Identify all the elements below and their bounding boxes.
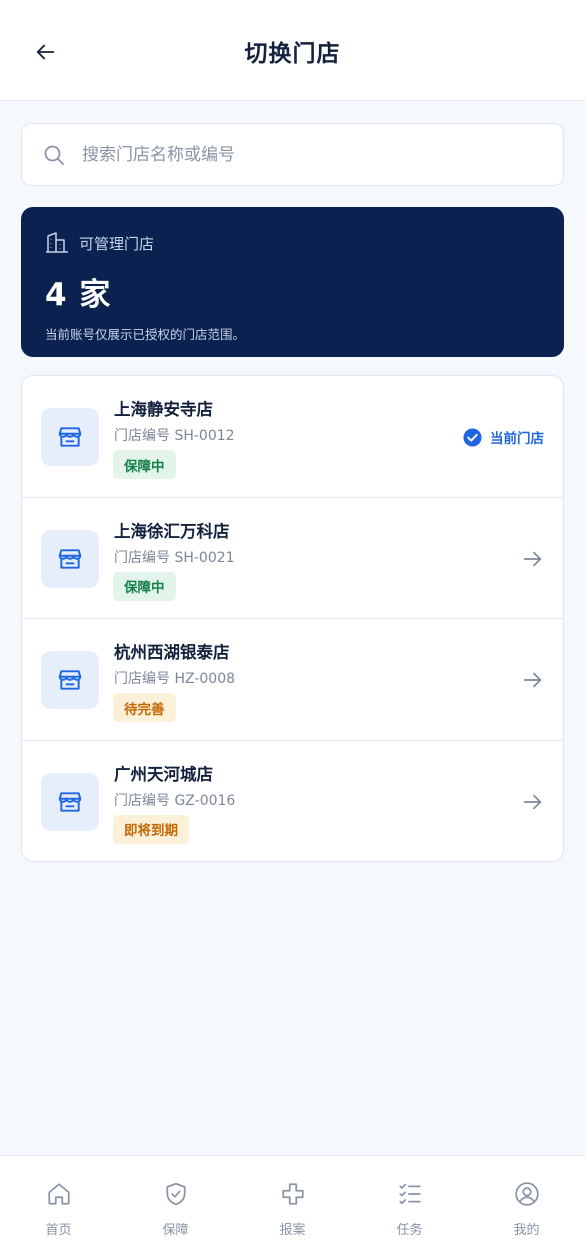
store-code: 门店编号 SH-0012 <box>114 428 235 444</box>
building-icon <box>45 231 69 255</box>
check-circle-icon <box>463 427 482 447</box>
store-item[interactable]: 广州天河城店 门店编号 GZ-0016 即将到期 <box>22 741 563 862</box>
tab-tasks[interactable]: 任务 <box>351 1156 468 1257</box>
store-icon <box>41 408 99 466</box>
home-icon <box>45 1180 73 1208</box>
store-name: 上海静安寺店 <box>114 400 213 419</box>
bottom-tab-bar: 首页 保障 报案 任务 我的 <box>0 1155 585 1257</box>
store-count: 4 家 <box>45 277 112 313</box>
arrow-right-icon[interactable] <box>522 791 544 813</box>
back-button[interactable] <box>28 34 64 70</box>
tab-label: 首页 <box>45 1223 72 1238</box>
checklist-icon <box>396 1180 424 1208</box>
store-code: 门店编号 SH-0021 <box>114 549 235 566</box>
user-circle-icon <box>513 1180 541 1208</box>
summary-card: 可管理门店 4 家 当前账号仅展示已授权的门店范围。 <box>21 207 564 357</box>
arrow-right-icon[interactable] <box>522 548 544 570</box>
tab-label: 我的 <box>513 1223 540 1238</box>
status-badge: 保障中 <box>113 450 176 479</box>
status-badge: 待完善 <box>113 693 176 722</box>
tab-protection[interactable]: 保障 <box>117 1156 234 1257</box>
tab-report-claim[interactable]: 报案 <box>234 1156 351 1257</box>
arrow-left-icon <box>35 41 57 63</box>
store-name: 杭州西湖银泰店 <box>114 643 230 662</box>
store-code: 门店编号 GZ-0016 <box>114 792 236 809</box>
arrow-right-icon[interactable] <box>522 669 544 691</box>
search-bar[interactable] <box>21 123 564 186</box>
store-item-current[interactable]: 上海静安寺店 门店编号 SH-0012 保障中 当前门店 <box>22 376 563 498</box>
store-code: 门店编号 HZ-0008 <box>114 671 236 687</box>
page-title: 切换门店 <box>244 40 341 67</box>
current-store-label: 当前门店 <box>490 431 544 447</box>
store-item[interactable]: 上海徐汇万科店 门店编号 SH-0021 保障中 <box>22 498 563 619</box>
store-name: 上海徐汇万科店 <box>114 521 230 541</box>
shield-icon <box>162 1180 190 1208</box>
tab-label: 报案 <box>279 1223 306 1238</box>
store-name: 广州天河城店 <box>114 764 213 784</box>
status-badge: 保障中 <box>113 571 176 601</box>
store-list: 上海静安寺店 门店编号 SH-0012 保障中 当前门店 上海徐汇万科店 门店编… <box>21 375 564 862</box>
tab-label: 任务 <box>396 1223 423 1238</box>
summary-note: 当前账号仅展示已授权的门店范围。 <box>45 327 246 342</box>
store-icon <box>41 529 99 588</box>
tab-profile[interactable]: 我的 <box>468 1156 585 1257</box>
plus-cross-icon <box>279 1180 307 1208</box>
store-icon <box>41 651 99 709</box>
tab-home[interactable]: 首页 <box>0 1156 117 1257</box>
search-input[interactable] <box>82 144 522 165</box>
current-store-indicator: 当前门店 <box>463 427 544 447</box>
store-item[interactable]: 杭州西湖银泰店 门店编号 HZ-0008 待完善 <box>22 619 563 741</box>
app-header: 切换门店 <box>0 0 585 101</box>
tab-label: 保障 <box>162 1223 189 1238</box>
summary-label: 可管理门店 <box>79 234 155 253</box>
search-icon <box>42 143 66 167</box>
status-badge: 即将到期 <box>113 814 189 844</box>
store-icon <box>41 772 99 831</box>
